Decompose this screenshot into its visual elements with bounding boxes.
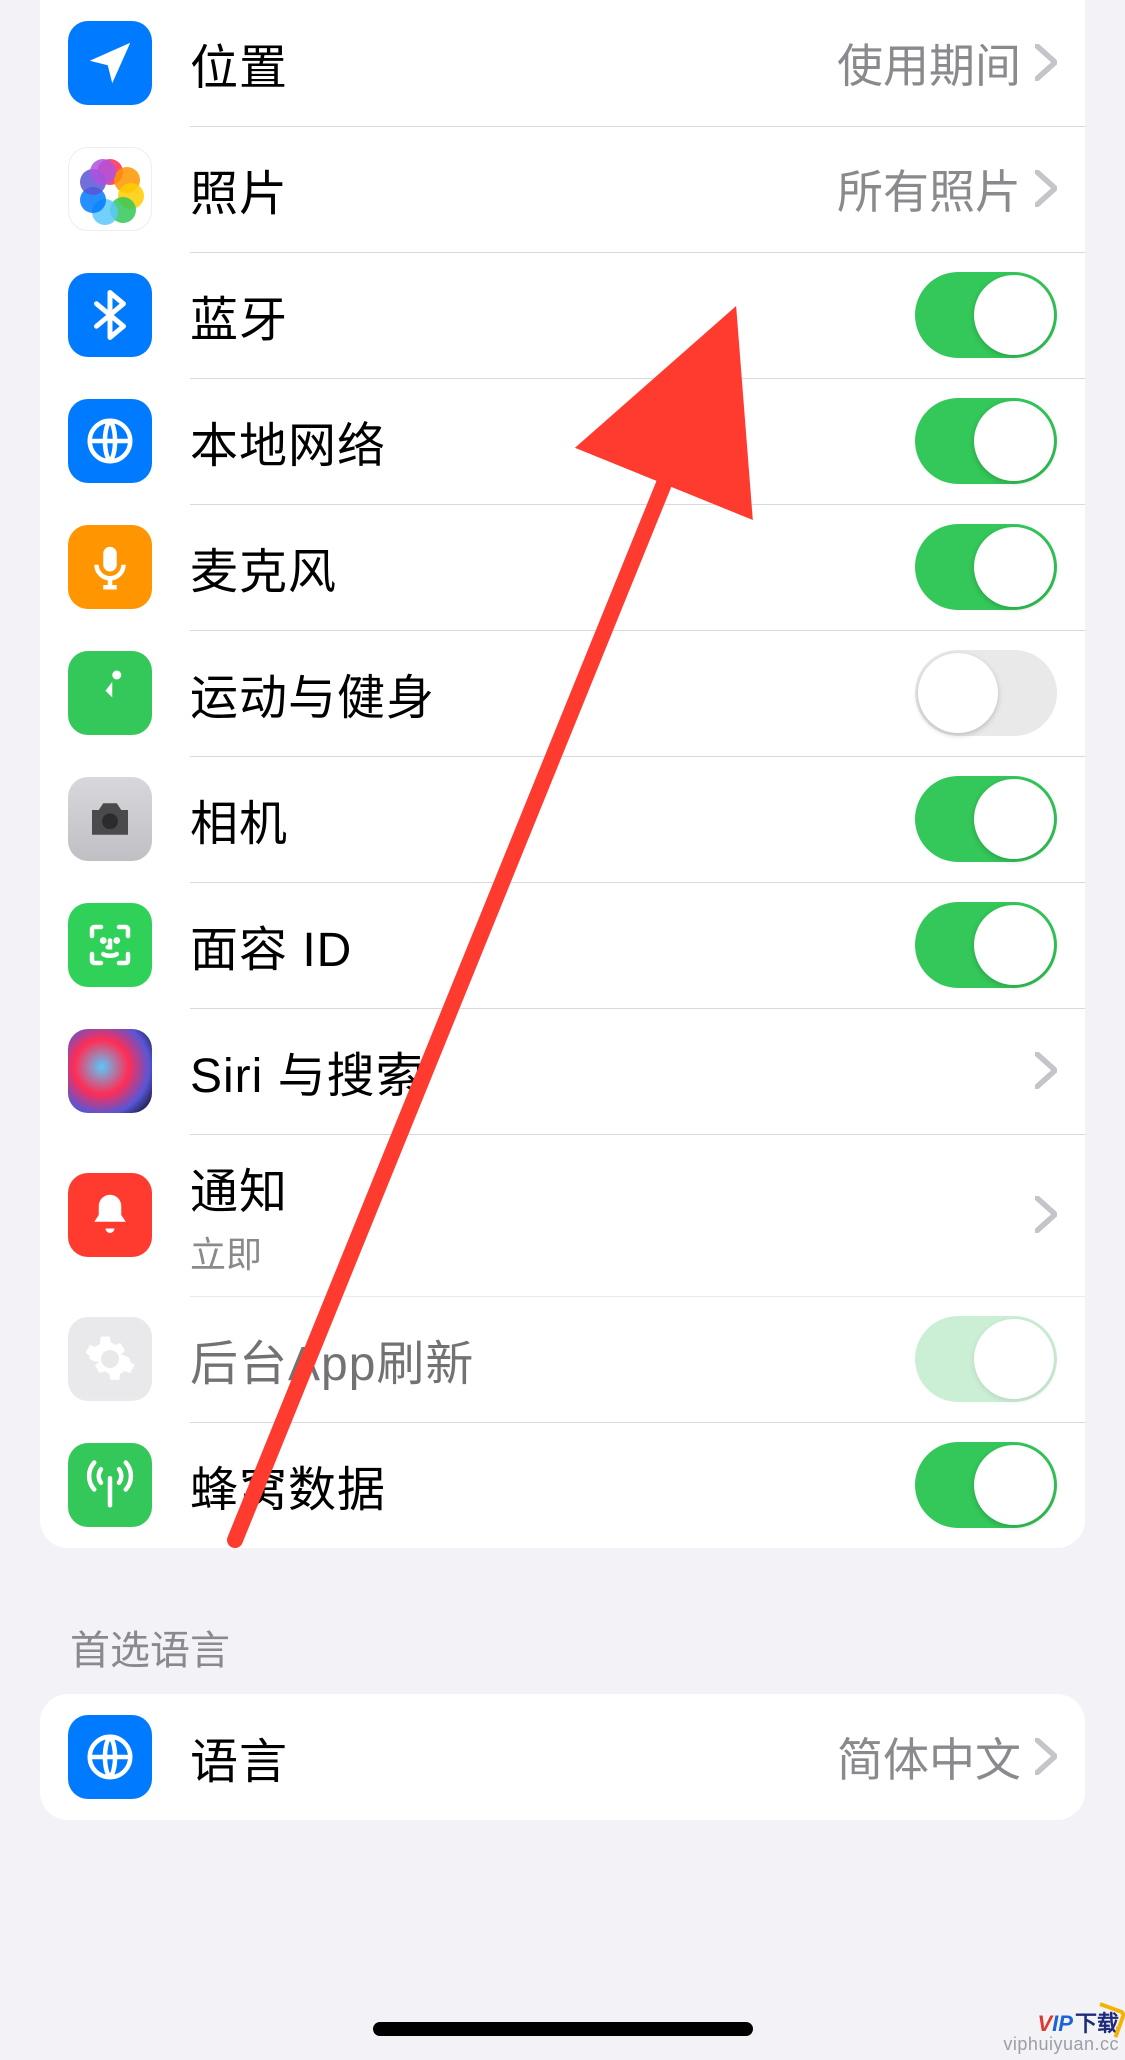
chevron-right-icon <box>1035 1196 1057 1234</box>
chevron-right-icon <box>1035 44 1057 82</box>
settings-group-language: 语言 简体中文 <box>40 1694 1085 1820</box>
settings-group-permissions: 位置 使用期间 照片 所有照片 蓝牙 <box>40 0 1085 1548</box>
row-label: 运动与健身 <box>190 658 435 728</box>
siri-icon <box>68 1029 152 1113</box>
row-label: 位置 <box>190 28 288 98</box>
row-label: 通知 <box>190 1152 288 1222</box>
row-value: 所有照片 <box>837 156 1021 222</box>
row-bluetooth[interactable]: 蓝牙 <box>40 252 1085 378</box>
row-label: 面容 ID <box>190 910 352 980</box>
photos-icon <box>68 147 152 231</box>
toggle-bluetooth[interactable] <box>915 272 1057 358</box>
row-value: 简体中文 <box>837 1724 1021 1790</box>
row-language[interactable]: 语言 简体中文 <box>40 1694 1085 1820</box>
location-arrow-icon <box>68 21 152 105</box>
toggle-microphone[interactable] <box>915 524 1057 610</box>
home-indicator <box>373 2022 753 2036</box>
row-label: 照片 <box>190 154 288 224</box>
row-cellular[interactable]: 蜂窝数据 <box>40 1422 1085 1548</box>
row-fitness[interactable]: 运动与健身 <box>40 630 1085 756</box>
row-label: 麦克风 <box>190 532 337 602</box>
row-label: 本地网络 <box>190 406 386 476</box>
toggle-local-network[interactable] <box>915 398 1057 484</box>
row-photos[interactable]: 照片 所有照片 <box>40 126 1085 252</box>
row-label: 蓝牙 <box>190 280 288 350</box>
microphone-icon <box>68 525 152 609</box>
antenna-icon <box>68 1443 152 1527</box>
row-siri-search[interactable]: Siri 与搜索 <box>40 1008 1085 1134</box>
globe-icon <box>68 1715 152 1799</box>
toggle-background-refresh[interactable] <box>915 1316 1057 1402</box>
chevron-right-icon <box>1035 170 1057 208</box>
toggle-faceid[interactable] <box>915 902 1057 988</box>
watermark: VIP下载 viphuiyuan.cc <box>1003 2012 1119 2054</box>
row-label: Siri 与搜索 <box>190 1036 425 1106</box>
row-label: 蜂窝数据 <box>190 1450 386 1520</box>
row-local-network[interactable]: 本地网络 <box>40 378 1085 504</box>
row-background-refresh[interactable]: 后台App刷新 <box>40 1296 1085 1422</box>
globe-icon <box>68 399 152 483</box>
section-header-language: 首选语言 <box>70 1618 1055 1676</box>
row-camera[interactable]: 相机 <box>40 756 1085 882</box>
toggle-cellular[interactable] <box>915 1442 1057 1528</box>
chevron-right-icon <box>1035 1738 1057 1776</box>
row-sublabel: 立即 <box>190 1226 288 1278</box>
gear-icon <box>68 1317 152 1401</box>
row-location[interactable]: 位置 使用期间 <box>40 0 1085 126</box>
bell-icon <box>68 1173 152 1257</box>
bluetooth-icon <box>68 273 152 357</box>
toggle-camera[interactable] <box>915 776 1057 862</box>
row-label: 相机 <box>190 784 288 854</box>
row-label: 语言 <box>190 1722 288 1792</box>
running-icon <box>68 651 152 735</box>
chevron-right-icon <box>1035 1052 1057 1090</box>
camera-icon <box>68 777 152 861</box>
row-faceid[interactable]: 面容 ID <box>40 882 1085 1008</box>
row-value: 使用期间 <box>837 30 1021 96</box>
row-notifications[interactable]: 通知 立即 <box>40 1134 1085 1296</box>
row-label: 后台App刷新 <box>190 1324 474 1394</box>
row-microphone[interactable]: 麦克风 <box>40 504 1085 630</box>
toggle-fitness[interactable] <box>915 650 1057 736</box>
faceid-icon <box>68 903 152 987</box>
